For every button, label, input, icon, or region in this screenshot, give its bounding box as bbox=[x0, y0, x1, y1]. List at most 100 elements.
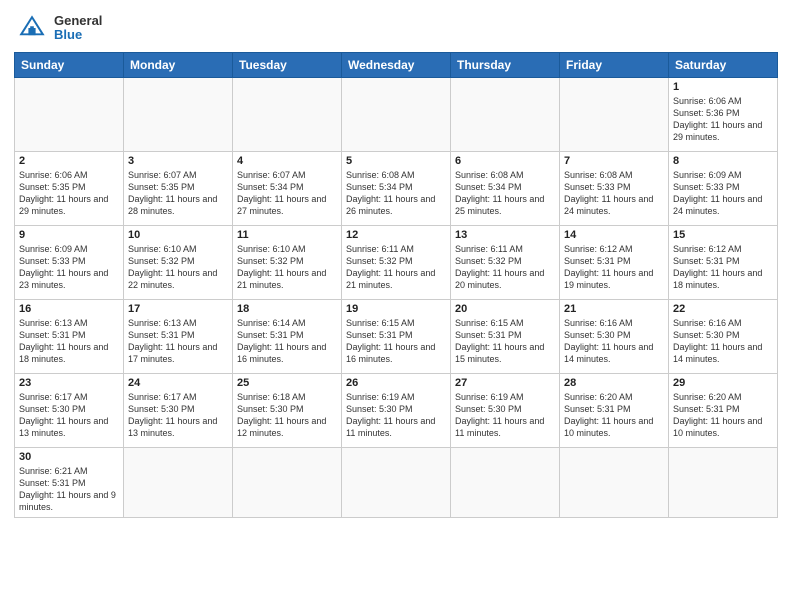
calendar-cell: 6Sunrise: 6:08 AM Sunset: 5:34 PM Daylig… bbox=[451, 152, 560, 226]
day-info: Sunrise: 6:08 AM Sunset: 5:34 PM Dayligh… bbox=[346, 169, 446, 218]
header: General Blue bbox=[14, 10, 778, 46]
calendar-cell: 15Sunrise: 6:12 AM Sunset: 5:31 PM Dayli… bbox=[669, 226, 778, 300]
calendar-cell: 8Sunrise: 6:09 AM Sunset: 5:33 PM Daylig… bbox=[669, 152, 778, 226]
calendar-cell bbox=[233, 78, 342, 152]
weekday-header: Thursday bbox=[451, 53, 560, 78]
calendar-cell: 26Sunrise: 6:19 AM Sunset: 5:30 PM Dayli… bbox=[342, 374, 451, 448]
calendar-cell bbox=[560, 78, 669, 152]
calendar-cell: 24 Sunrise: 6:17 AM Sunset: 5:30 PM Dayli… bbox=[124, 374, 233, 448]
day-info: Sunrise: 6:17 AM Sunset: 5:30 PM Dayligh… bbox=[128, 391, 228, 440]
day-info: Sunrise: 6:09 AM Sunset: 5:33 PM Dayligh… bbox=[19, 243, 119, 292]
day-info: Sunrise: 6:10 AM Sunset: 5:32 PM Dayligh… bbox=[237, 243, 337, 292]
calendar-cell: 16 Sunrise: 6:13 AM Sunset: 5:31 PM Dayli… bbox=[15, 300, 124, 374]
day-number: 16 bbox=[19, 303, 119, 315]
calendar-cell: 13 Sunrise: 6:11 AM Sunset: 5:32 PM Dayli… bbox=[451, 226, 560, 300]
day-number: 2 bbox=[19, 155, 119, 167]
calendar-cell: 11Sunrise: 6:10 AM Sunset: 5:32 PM Dayli… bbox=[233, 226, 342, 300]
calendar-cell: 28 Sunrise: 6:20 AM Sunset: 5:31 PM Dayli… bbox=[560, 374, 669, 448]
day-info: Sunrise: 6:13 AM Sunset: 5:31 PM Dayligh… bbox=[128, 317, 228, 366]
day-number: 29 bbox=[673, 377, 773, 389]
day-number: 18 bbox=[237, 303, 337, 315]
calendar-cell: 22 Sunrise: 6:16 AM Sunset: 5:30 PM Dayli… bbox=[669, 300, 778, 374]
calendar-cell: 10 Sunrise: 6:10 AM Sunset: 5:32 PM Dayli… bbox=[124, 226, 233, 300]
calendar-cell: 18 Sunrise: 6:14 AM Sunset: 5:31 PM Dayli… bbox=[233, 300, 342, 374]
calendar-cell: 14 Sunrise: 6:12 AM Sunset: 5:31 PM Dayli… bbox=[560, 226, 669, 300]
day-info: Sunrise: 6:16 AM Sunset: 5:30 PM Dayligh… bbox=[564, 317, 664, 366]
day-number: 27 bbox=[455, 377, 555, 389]
day-number: 25 bbox=[237, 377, 337, 389]
logo-icon bbox=[14, 10, 50, 46]
day-info: Sunrise: 6:16 AM Sunset: 5:30 PM Dayligh… bbox=[673, 317, 773, 366]
day-number: 23 bbox=[19, 377, 119, 389]
day-number: 1 bbox=[673, 81, 773, 93]
day-info: Sunrise: 6:07 AM Sunset: 5:34 PM Dayligh… bbox=[237, 169, 337, 218]
calendar-cell bbox=[15, 78, 124, 152]
logo-text: General Blue bbox=[54, 14, 102, 43]
calendar: SundayMondayTuesdayWednesdayThursdayFrid… bbox=[14, 52, 778, 518]
day-info: Sunrise: 6:15 AM Sunset: 5:31 PM Dayligh… bbox=[346, 317, 446, 366]
day-number: 17 bbox=[128, 303, 228, 315]
day-info: Sunrise: 6:19 AM Sunset: 5:30 PM Dayligh… bbox=[346, 391, 446, 440]
calendar-cell: 20 Sunrise: 6:15 AM Sunset: 5:31 PM Dayli… bbox=[451, 300, 560, 374]
weekday-header: Tuesday bbox=[233, 53, 342, 78]
day-info: Sunrise: 6:14 AM Sunset: 5:31 PM Dayligh… bbox=[237, 317, 337, 366]
day-info: Sunrise: 6:19 AM Sunset: 5:30 PM Dayligh… bbox=[455, 391, 555, 440]
day-number: 13 bbox=[455, 229, 555, 241]
day-number: 20 bbox=[455, 303, 555, 315]
day-number: 9 bbox=[19, 229, 119, 241]
weekday-header: Wednesday bbox=[342, 53, 451, 78]
day-info: Sunrise: 6:17 AM Sunset: 5:30 PM Dayligh… bbox=[19, 391, 119, 440]
day-number: 10 bbox=[128, 229, 228, 241]
day-number: 8 bbox=[673, 155, 773, 167]
calendar-cell: 19 Sunrise: 6:15 AM Sunset: 5:31 PM Dayli… bbox=[342, 300, 451, 374]
weekday-header: Sunday bbox=[15, 53, 124, 78]
day-info: Sunrise: 6:06 AM Sunset: 5:35 PM Dayligh… bbox=[19, 169, 119, 218]
calendar-cell bbox=[669, 448, 778, 518]
day-info: Sunrise: 6:15 AM Sunset: 5:31 PM Dayligh… bbox=[455, 317, 555, 366]
calendar-cell bbox=[342, 78, 451, 152]
day-number: 14 bbox=[564, 229, 664, 241]
day-number: 21 bbox=[564, 303, 664, 315]
calendar-cell bbox=[451, 448, 560, 518]
day-info: Sunrise: 6:07 AM Sunset: 5:35 PM Dayligh… bbox=[128, 169, 228, 218]
calendar-cell bbox=[233, 448, 342, 518]
calendar-cell: 30 Sunrise: 6:21 AM Sunset: 5:31 PM Dayli… bbox=[15, 448, 124, 518]
calendar-cell: 4 Sunrise: 6:07 AM Sunset: 5:34 PM Daylig… bbox=[233, 152, 342, 226]
day-number: 4 bbox=[237, 155, 337, 167]
weekday-header: Monday bbox=[124, 53, 233, 78]
day-number: 5 bbox=[346, 155, 446, 167]
day-info: Sunrise: 6:21 AM Sunset: 5:31 PM Dayligh… bbox=[19, 465, 119, 514]
day-number: 19 bbox=[346, 303, 446, 315]
day-number: 3 bbox=[128, 155, 228, 167]
day-number: 24 bbox=[128, 377, 228, 389]
weekday-header: Saturday bbox=[669, 53, 778, 78]
day-number: 22 bbox=[673, 303, 773, 315]
calendar-cell: 2 Sunrise: 6:06 AM Sunset: 5:35 PM Daylig… bbox=[15, 152, 124, 226]
day-info: Sunrise: 6:18 AM Sunset: 5:30 PM Dayligh… bbox=[237, 391, 337, 440]
calendar-cell bbox=[451, 78, 560, 152]
calendar-cell bbox=[124, 448, 233, 518]
weekday-header: Friday bbox=[560, 53, 669, 78]
calendar-cell: 5 Sunrise: 6:08 AM Sunset: 5:34 PM Daylig… bbox=[342, 152, 451, 226]
day-info: Sunrise: 6:12 AM Sunset: 5:31 PM Dayligh… bbox=[564, 243, 664, 292]
page: General Blue SundayMondayTuesdayWednesda… bbox=[0, 0, 792, 612]
day-info: Sunrise: 6:06 AM Sunset: 5:36 PM Dayligh… bbox=[673, 95, 773, 144]
day-info: Sunrise: 6:10 AM Sunset: 5:32 PM Dayligh… bbox=[128, 243, 228, 292]
calendar-cell: 27 Sunrise: 6:19 AM Sunset: 5:30 PM Dayli… bbox=[451, 374, 560, 448]
calendar-cell: 9 Sunrise: 6:09 AM Sunset: 5:33 PM Daylig… bbox=[15, 226, 124, 300]
calendar-cell: 21 Sunrise: 6:16 AM Sunset: 5:30 PM Dayli… bbox=[560, 300, 669, 374]
day-number: 28 bbox=[564, 377, 664, 389]
calendar-cell bbox=[124, 78, 233, 152]
day-info: Sunrise: 6:20 AM Sunset: 5:31 PM Dayligh… bbox=[673, 391, 773, 440]
day-info: Sunrise: 6:13 AM Sunset: 5:31 PM Dayligh… bbox=[19, 317, 119, 366]
calendar-cell bbox=[342, 448, 451, 518]
day-number: 7 bbox=[564, 155, 664, 167]
day-info: Sunrise: 6:08 AM Sunset: 5:33 PM Dayligh… bbox=[564, 169, 664, 218]
day-info: Sunrise: 6:11 AM Sunset: 5:32 PM Dayligh… bbox=[455, 243, 555, 292]
calendar-cell bbox=[560, 448, 669, 518]
day-number: 30 bbox=[19, 451, 119, 463]
day-info: Sunrise: 6:20 AM Sunset: 5:31 PM Dayligh… bbox=[564, 391, 664, 440]
calendar-cell: 3 Sunrise: 6:07 AM Sunset: 5:35 PM Daylig… bbox=[124, 152, 233, 226]
day-info: Sunrise: 6:11 AM Sunset: 5:32 PM Dayligh… bbox=[346, 243, 446, 292]
calendar-cell: 23 Sunrise: 6:17 AM Sunset: 5:30 PM Dayli… bbox=[15, 374, 124, 448]
